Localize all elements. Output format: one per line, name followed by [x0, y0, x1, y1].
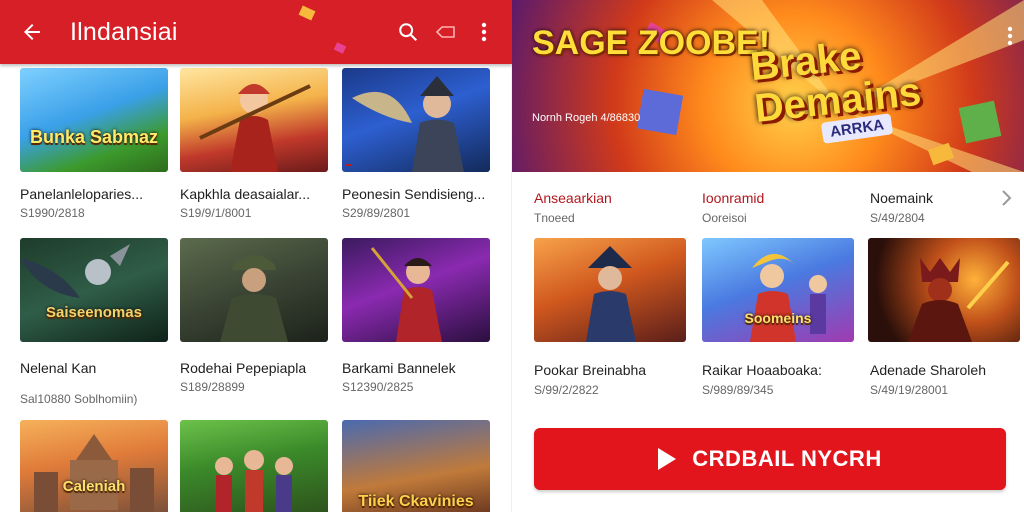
play-icon — [658, 448, 677, 470]
soldier-art — [220, 255, 288, 342]
more-vert-icon[interactable] — [1006, 26, 1014, 46]
hero-left-subtitle: Nornh Rogeh 4/86830 — [532, 112, 641, 124]
game-thumbnail[interactable] — [342, 238, 490, 342]
game-thumbnail[interactable] — [180, 68, 328, 172]
list-item-title: Adenade Sharoleh — [870, 362, 986, 378]
game-tile[interactable]: Bunka Sabmaz Panelanleloparies... S1990/… — [20, 68, 168, 220]
game-thumbnail[interactable]: Soomeins — [702, 238, 854, 342]
list-item-title: Ioonramid — [702, 190, 765, 206]
featured-pane: SAGE ZOOBE! Nornh Rogeh 4/86830 Brake De… — [512, 0, 1024, 512]
list-item[interactable]: Anseaarkian Tnoeed — [534, 190, 686, 225]
game-thumbnail[interactable]: Caleniah — [20, 420, 168, 512]
list-item[interactable]: Adenade Sharoleh S/49/19/28001 — [870, 362, 1022, 397]
game-tile[interactable]: Kapkhla deasaialar... S19/9/1/8001 — [180, 68, 328, 220]
chevron-right-icon[interactable] — [1000, 188, 1014, 208]
game-thumbnail[interactable] — [868, 238, 1020, 342]
list-item-meta: S/99/2/2822 — [534, 383, 599, 397]
hero-banner[interactable]: SAGE ZOOBE! Nornh Rogeh 4/86830 Brake De… — [512, 0, 1024, 172]
game-tile[interactable]: Peonesin Sendisieng... S29/89/2801 — [342, 68, 490, 220]
game-thumbnail[interactable] — [180, 420, 328, 512]
game-meta: S19/9/1/8001 — [180, 206, 252, 220]
mage-art — [370, 247, 442, 342]
game-title: Panelanleloparies... — [20, 186, 143, 202]
game-thumbnail[interactable] — [180, 238, 328, 342]
game-tile[interactable]: Barkami Bannelek S12390/2825 — [342, 238, 490, 394]
app-screen: Ilndansiai Bunka Sabmaz Panelanleloparie… — [0, 0, 1024, 512]
app-bar: Ilndansiai — [0, 0, 512, 64]
thumbnail-banner: Caleniah — [62, 478, 126, 495]
thumbnail-banner: Soomeins — [744, 310, 812, 326]
game-thumbnail[interactable] — [534, 238, 686, 342]
tile-badge — [346, 164, 352, 166]
game-tile[interactable]: Rodehai Pepepiapla S189/28899 — [180, 238, 328, 394]
game-thumbnail[interactable]: Tiiek Ckavinies — [342, 420, 490, 512]
game-title: Kapkhla deasaialar... — [180, 186, 310, 202]
more-vert-icon[interactable] — [472, 20, 496, 44]
page-title: Ilndansiai — [70, 17, 178, 46]
heroes-art — [750, 253, 827, 342]
demon-art — [908, 258, 1010, 342]
game-thumbnail[interactable] — [342, 68, 490, 172]
list-item[interactable]: Pookar Breinabha S/99/2/2822 — [534, 362, 686, 397]
list-item-meta: Tnoeed — [534, 211, 575, 225]
pirate-art — [586, 246, 636, 342]
winged-knight-art — [20, 244, 130, 298]
game-meta: Sal10880 Soblhomiin) — [20, 392, 138, 406]
game-thumbnail[interactable]: Saiseenomas — [20, 238, 168, 342]
list-item-meta: S/49/19/28001 — [870, 383, 949, 397]
game-tile[interactable]: Caleniah — [20, 420, 168, 512]
search-icon[interactable] — [396, 20, 420, 44]
list-item[interactable]: Raikar Hoaaboaka: S/989/89/345 — [702, 362, 854, 397]
game-title: Rodehai Pepepiapla — [180, 360, 307, 376]
knight-art — [352, 76, 464, 172]
list-item[interactable]: Ioonramid Ooreisoi — [702, 190, 854, 225]
game-tile[interactable] — [180, 420, 328, 512]
game-meta: S29/89/2801 — [342, 206, 411, 220]
game-meta: S189/28899 — [180, 380, 245, 394]
catalog-pane: Ilndansiai Bunka Sabmaz Panelanleloparie… — [0, 0, 512, 512]
list-item-title: Anseaarkian — [534, 190, 612, 206]
list-item-meta: S/49/2804 — [870, 211, 925, 225]
play-button-label: CRDBAIL NYCRH — [692, 446, 882, 471]
game-title: Peonesin Sendisieng... — [342, 186, 486, 202]
game-meta: S12390/2825 — [342, 380, 414, 394]
confetti-decoration — [333, 42, 347, 54]
back-arrow-icon[interactable] — [20, 20, 44, 44]
game-title: Nelenal Kan — [20, 360, 97, 376]
hero-left-title: SAGE ZOOBE! — [532, 24, 771, 62]
list-item-title: Pookar Breinabha — [534, 362, 647, 378]
thumbnail-banner: Bunka Sabmaz — [29, 127, 159, 147]
castle-art — [34, 434, 154, 512]
list-item-meta: Ooreisoi — [702, 211, 747, 225]
thumbnail-banner: Saiseenomas — [46, 304, 142, 321]
tag-icon[interactable] — [434, 20, 458, 44]
game-meta: S1990/2818 — [20, 206, 85, 220]
game-tile[interactable]: Saiseenomas Nelenal Kan Sal10880 Soblhom… — [20, 238, 168, 406]
game-tile[interactable]: Tiiek Ckavinies — [342, 420, 490, 512]
play-button[interactable]: CRDBAIL NYCRH — [534, 428, 1006, 490]
list-item-meta: S/989/89/345 — [702, 383, 774, 397]
heroes-group-art — [215, 450, 293, 512]
thumbnail-banner: Tiiek Ckavinies — [358, 493, 474, 510]
warrior-art — [199, 84, 311, 172]
list-item-title: Raikar Hoaaboaka: — [702, 362, 822, 378]
game-title: Barkami Bannelek — [342, 360, 456, 376]
game-thumbnail[interactable]: Bunka Sabmaz — [20, 68, 168, 172]
confetti-decoration — [298, 5, 316, 21]
